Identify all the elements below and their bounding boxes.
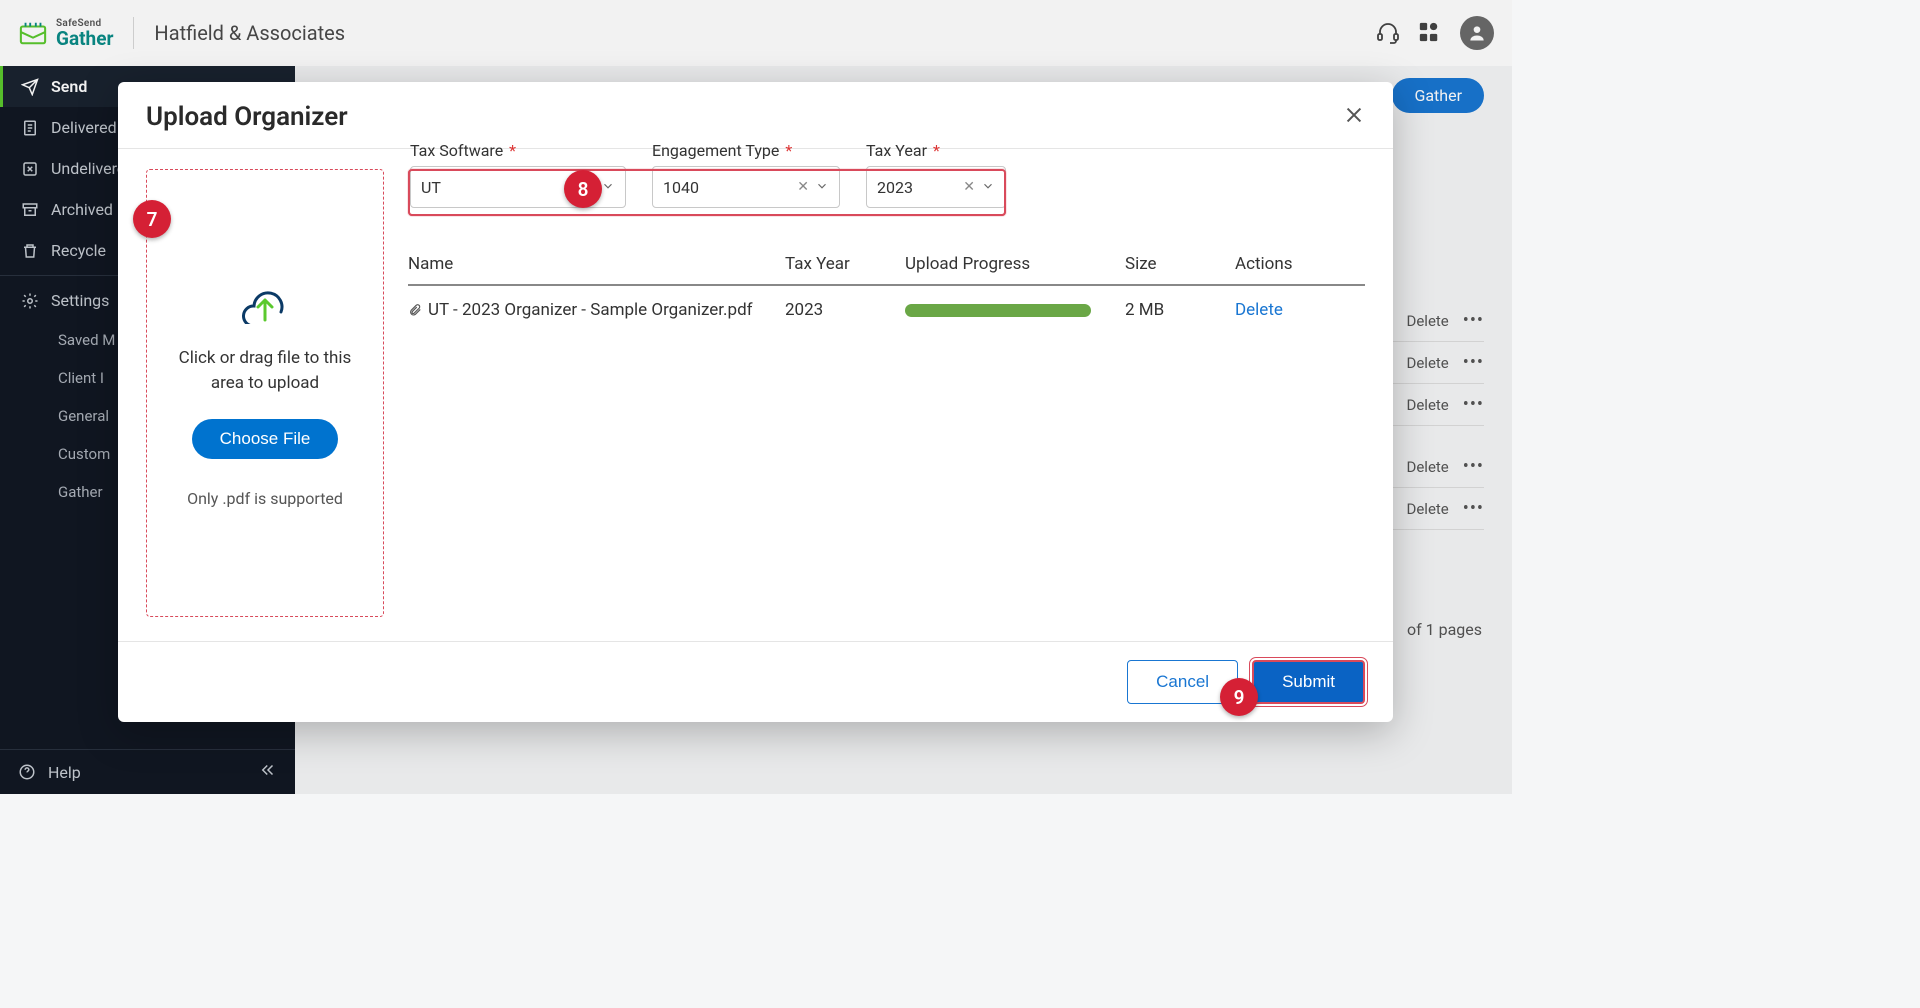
col-name: Name xyxy=(408,254,785,274)
chevron-down-icon xyxy=(601,178,615,197)
file-name-cell: UT - 2023 Organizer - Sample Organizer.p… xyxy=(408,300,785,320)
delete-file-action[interactable]: Delete xyxy=(1235,300,1365,320)
uploaded-files-table: Name Tax Year Upload Progress Size Actio… xyxy=(408,246,1365,334)
annotation-badge-8: 8 xyxy=(564,170,602,208)
table-header: Name Tax Year Upload Progress Size Actio… xyxy=(408,246,1365,286)
tax-year-value: 2023 xyxy=(877,178,957,197)
table-row: UT - 2023 Organizer - Sample Organizer.p… xyxy=(408,286,1365,334)
upload-organizer-modal: Upload Organizer Click or drag file to t… xyxy=(118,82,1393,722)
modal-header: Upload Organizer xyxy=(118,82,1393,149)
progress-bar-fill xyxy=(905,304,1091,317)
tax-year-select[interactable]: 2023 ✕ xyxy=(866,166,1006,208)
clear-icon[interactable]: ✕ xyxy=(963,179,975,195)
engagement-type-select[interactable]: 1040 ✕ xyxy=(652,166,840,208)
file-tax-year: 2023 xyxy=(785,300,905,320)
file-size: 2 MB xyxy=(1125,300,1235,320)
modal-footer: Cancel Submit xyxy=(118,641,1393,722)
col-actions: Actions xyxy=(1235,254,1365,274)
file-name-text: UT - 2023 Organizer - Sample Organizer.p… xyxy=(428,300,753,320)
organizer-fields-row: Tax Software * UT ✕ Engagement Type * xyxy=(408,169,1006,216)
tax-software-label: Tax Software * xyxy=(410,141,626,160)
col-tax-year: Tax Year xyxy=(785,254,905,274)
file-progress xyxy=(905,304,1125,317)
clear-icon[interactable]: ✕ xyxy=(797,179,809,195)
file-drop-area[interactable]: Click or drag file to this area to uploa… xyxy=(146,169,384,617)
upload-form-panel: Tax Software * UT ✕ Engagement Type * xyxy=(408,169,1365,617)
modal-title: Upload Organizer xyxy=(146,102,348,132)
drop-area-text: Click or drag file to this area to uploa… xyxy=(161,346,369,397)
paperclip-icon xyxy=(408,301,422,319)
choose-file-button[interactable]: Choose File xyxy=(192,419,339,459)
chevron-down-icon xyxy=(815,178,829,197)
close-icon[interactable] xyxy=(1343,104,1365,131)
submit-button[interactable]: Submit xyxy=(1252,660,1365,704)
tax-software-value: UT xyxy=(421,178,577,197)
annotation-badge-7: 7 xyxy=(133,200,171,238)
tax-year-label: Tax Year * xyxy=(866,141,1006,160)
chevron-down-icon xyxy=(981,178,995,197)
supported-format-text: Only .pdf is supported xyxy=(187,487,343,511)
engagement-type-label: Engagement Type * xyxy=(652,141,840,160)
engagement-type-value: 1040 xyxy=(663,178,791,197)
annotation-badge-9: 9 xyxy=(1220,678,1258,716)
cloud-upload-icon xyxy=(233,276,297,328)
col-size: Size xyxy=(1125,254,1235,274)
col-progress: Upload Progress xyxy=(905,254,1125,274)
